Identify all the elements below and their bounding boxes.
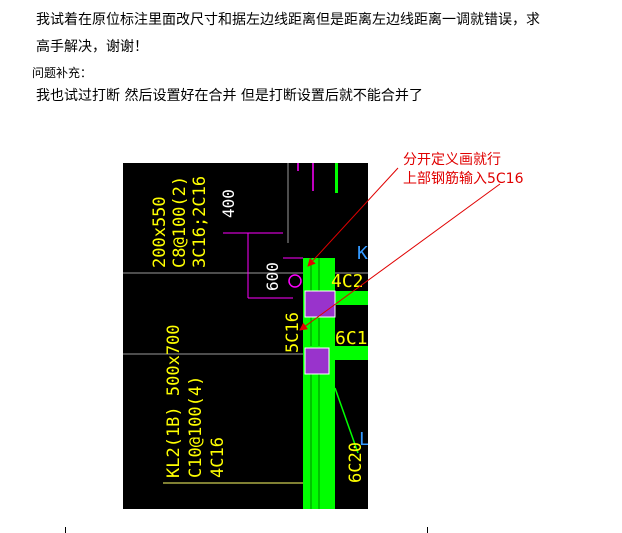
supplement-label: 问题补充： [32,66,93,80]
label-6c1: 6C1 [335,328,368,349]
support-upper [304,290,336,318]
cad-screenshot: 200x550 C8@100(2) 3C16;2C16 400 600 K 4C… [123,163,368,509]
label-k: K [357,243,368,264]
cad-drawing: 200x550 C8@100(2) 3C16;2C16 400 600 K 4C… [123,163,368,509]
bottom-tick-right [427,527,428,533]
annotation-line-1: 分开定义画就行 [403,152,501,168]
label-6c20: 6C20 [346,442,366,483]
annotation-line-2: 上部钢筋输入5C16 [403,171,524,187]
label-5c16: 5C16 [283,312,303,353]
beam1-size-label: 200x550 [150,196,170,268]
support-lower [304,347,330,375]
beam1-stirrup-label: C8@100(2) [170,176,190,268]
green-line-top [335,163,338,193]
question-line-2: 高手解决，谢谢！ [36,39,148,55]
bottom-tick-left [65,527,66,533]
dim-400-label: 400 [219,189,238,218]
beam2-size-label: KL2(1B) 500x700 [164,324,184,478]
beam2-top-label: 4C16 [208,437,228,478]
beam2-stirrup-label: C10@100(4) [186,376,206,478]
beam1-top-label: 3C16;2C16 [190,176,210,268]
question-line-1: 我试着在原位标注里面改尺寸和据左边线距离但是距离左边线距离一调就错误，求 [36,12,540,28]
label-4c2: 4C2 [331,271,364,292]
magenta-circle [288,274,302,288]
dim-600-label: 600 [263,262,282,291]
supplement-text: 我也试过打断 然后设置好在合并 但是打断设置后就不能合并了 [36,88,423,104]
